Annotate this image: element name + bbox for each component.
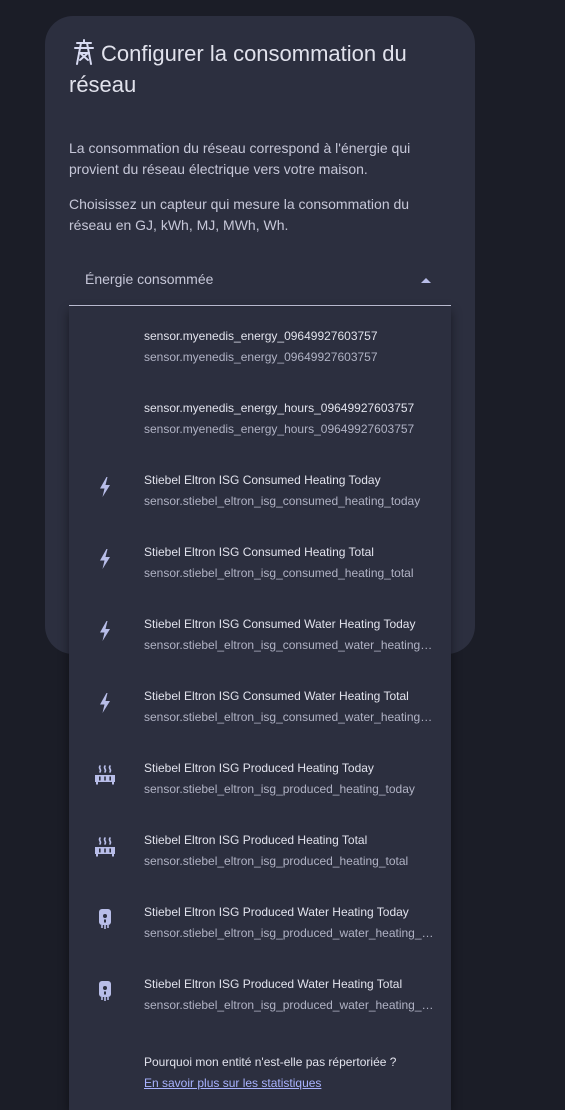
description-grid: La consommation du réseau correspond à l… <box>69 140 411 177</box>
list-item-name: sensor.myenedis_energy_09649927603757 <box>144 329 378 343</box>
missing-entity-question: Pourquoi mon entité n'est-elle pas réper… <box>144 1055 397 1069</box>
list-item[interactable]: Stiebel Eltron ISG Produced Heating Tota… <box>69 811 451 883</box>
select-label: Énergie consommée <box>85 271 214 287</box>
sensor-dropdown-menu: sensor.myenedis_energy_09649927603757 se… <box>69 307 451 1110</box>
list-item-name: Stiebel Eltron ISG Consumed Water Heatin… <box>144 617 416 631</box>
dialog-title-text: Configurer la consommation du réseau <box>69 41 407 97</box>
list-item-name: Stiebel Eltron ISG Produced Water Heatin… <box>144 977 403 991</box>
list-item[interactable]: Stiebel Eltron ISG Consumed Heating Toda… <box>69 451 451 523</box>
lightning-bolt-icon <box>100 477 110 497</box>
caret-up-icon[interactable] <box>421 278 431 283</box>
list-item-entity-id: sensor.stiebel_eltron_isg_produced_heati… <box>144 782 415 796</box>
dialog-title: Configurer la consommation du réseau <box>69 38 439 100</box>
list-item-name: sensor.myenedis_energy_hours_09649927603… <box>144 401 415 415</box>
water-boiler-icon <box>99 981 111 1001</box>
list-item-entity-id: sensor.myenedis_energy_hours_09649927603… <box>144 422 415 436</box>
list-item[interactable]: Stiebel Eltron ISG Consumed Water Heatin… <box>69 667 451 739</box>
water-boiler-icon <box>99 909 111 929</box>
list-item[interactable]: Stiebel Eltron ISG Produced Water Heatin… <box>69 955 451 1027</box>
lightning-bolt-icon <box>100 549 110 569</box>
list-item-entity-id: sensor.myenedis_energy_09649927603757 <box>144 350 378 364</box>
list-item-entity-id: sensor.stiebel_eltron_isg_consumed_heati… <box>144 566 414 580</box>
radiator-icon <box>95 765 115 785</box>
list-item-name: Stiebel Eltron ISG Consumed Heating Tota… <box>144 545 374 559</box>
list-item-name: Stiebel Eltron ISG Consumed Water Heatin… <box>144 689 409 703</box>
list-item-entity-id: sensor.stiebel_eltron_isg_consumed_heati… <box>144 494 421 508</box>
list-item-name: Stiebel Eltron ISG Produced Heating Toda… <box>144 761 374 775</box>
list-item[interactable]: Stiebel Eltron ISG Produced Water Heatin… <box>69 883 451 955</box>
list-item[interactable]: Stiebel Eltron ISG Consumed Water Heatin… <box>69 595 451 667</box>
list-item-name: Stiebel Eltron ISG Produced Water Heatin… <box>144 905 409 919</box>
lightning-bolt-icon <box>100 621 110 641</box>
list-item-entity-id: sensor.stiebel_eltron_isg_consumed_water… <box>144 638 436 652</box>
list-item[interactable]: sensor.myenedis_energy_09649927603757 se… <box>69 307 451 379</box>
description-sensor: Choisissez un capteur qui mesure la cons… <box>69 196 410 233</box>
list-item[interactable]: Stiebel Eltron ISG Consumed Heating Tota… <box>69 523 451 595</box>
statistics-learn-more-link[interactable]: En savoir plus sur les statistiques <box>144 1076 321 1090</box>
energy-sensor-select[interactable]: Énergie consommée <box>69 254 451 306</box>
transmission-tower-import-icon <box>74 39 94 65</box>
list-item-name: Stiebel Eltron ISG Consumed Heating Toda… <box>144 473 381 487</box>
radiator-icon <box>95 837 115 857</box>
list-item-entity-id: sensor.stiebel_eltron_isg_consumed_water… <box>144 710 436 724</box>
list-item-entity-id: sensor.stiebel_eltron_isg_produced_heati… <box>144 854 409 868</box>
list-item-entity-id: sensor.stiebel_eltron_isg_produced_water… <box>144 998 436 1012</box>
list-item[interactable]: Stiebel Eltron ISG Produced Heating Toda… <box>69 739 451 811</box>
lightning-bolt-icon <box>100 693 110 713</box>
list-item[interactable]: sensor.myenedis_energy_hours_09649927603… <box>69 379 451 451</box>
list-item-entity-id: sensor.stiebel_eltron_isg_produced_water… <box>144 926 436 940</box>
list-item-name: Stiebel Eltron ISG Produced Heating Tota… <box>144 833 368 847</box>
missing-entity-help: Pourquoi mon entité n'est-elle pas réper… <box>69 1042 451 1110</box>
